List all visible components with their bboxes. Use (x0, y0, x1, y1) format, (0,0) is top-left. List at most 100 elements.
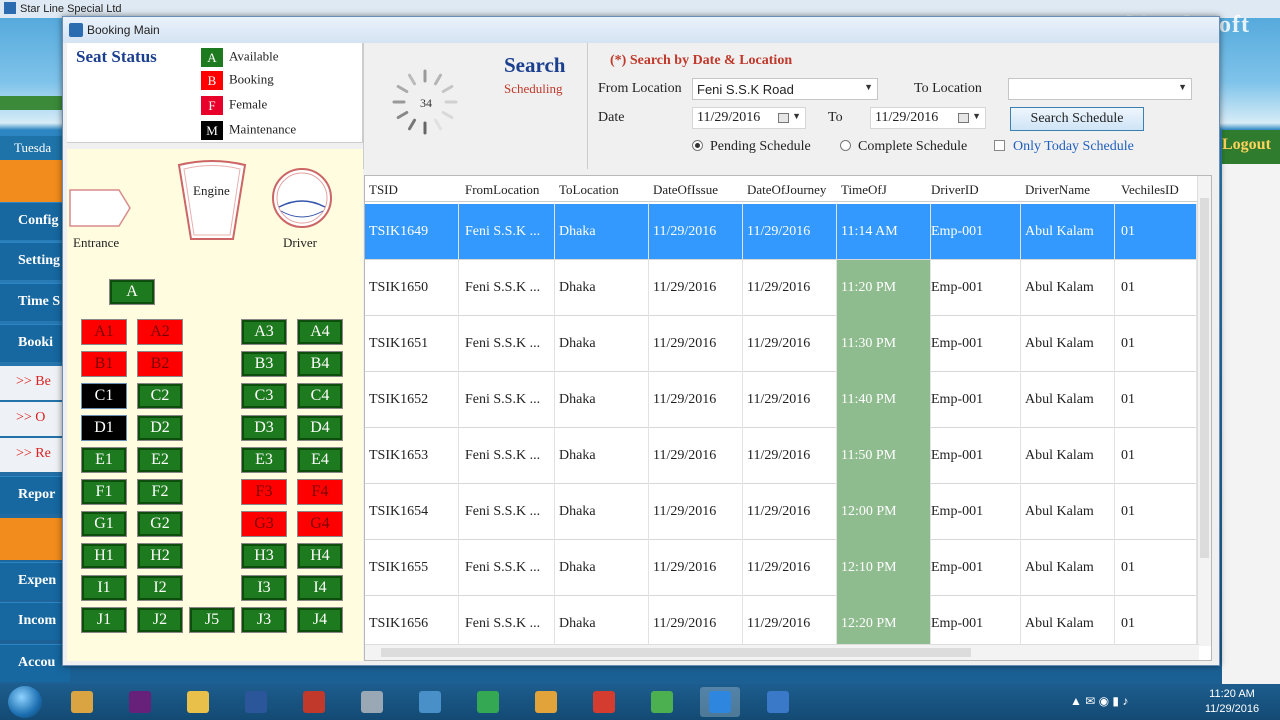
seat-f1[interactable]: F1 (81, 479, 127, 505)
seat-i4[interactable]: I4 (297, 575, 343, 601)
menu-expense[interactable]: Expen (0, 562, 70, 600)
column-header[interactable]: FromLocation (465, 182, 555, 198)
table-cell[interactable]: Feni S.S.K ... (461, 260, 555, 316)
column-header[interactable]: DriverName (1025, 182, 1115, 198)
seat-j3[interactable]: J3 (241, 607, 287, 633)
seat-e1[interactable]: E1 (81, 447, 127, 473)
date-to-picker[interactable]: 11/29/2016 ▼ (870, 107, 986, 129)
scroll-thumb[interactable] (1200, 198, 1209, 558)
table-cell[interactable]: 01 (1117, 316, 1197, 372)
seat-e2[interactable]: E2 (137, 447, 183, 473)
menu-config[interactable]: Config (0, 202, 70, 240)
dialog-title-bar[interactable]: Booking Main (63, 17, 1219, 43)
table-cell[interactable]: Feni S.S.K ... (461, 540, 555, 596)
pending-schedule-radio[interactable]: Pending Schedule (692, 139, 811, 155)
seat-i3[interactable]: I3 (241, 575, 287, 601)
taskbar-app-bus-app[interactable] (700, 687, 740, 717)
submenu-1[interactable]: >> Be (0, 366, 70, 400)
seat-b3[interactable]: B3 (241, 351, 287, 377)
table-cell[interactable]: Dhaka (555, 316, 649, 372)
taskbar-app-calculator[interactable] (352, 687, 392, 717)
table-cell[interactable]: TSIK1650 (365, 260, 459, 316)
seat-e4[interactable]: E4 (297, 447, 343, 473)
taskbar-app-sql-tool[interactable] (410, 687, 450, 717)
taskbar-app-cubes[interactable] (642, 687, 682, 717)
seat-i1[interactable]: I1 (81, 575, 127, 601)
table-cell[interactable]: TSIK1654 (365, 484, 459, 540)
seat-d4[interactable]: D4 (297, 415, 343, 441)
table-cell[interactable]: Dhaka (555, 260, 649, 316)
seat-h4[interactable]: H4 (297, 543, 343, 569)
table-cell[interactable]: Dhaka (555, 540, 649, 596)
table-cell[interactable]: 11/29/2016 (743, 372, 837, 428)
table-cell[interactable]: TSIK1651 (365, 316, 459, 372)
table-cell[interactable]: 11/29/2016 (649, 316, 743, 372)
table-cell[interactable]: Emp-001 (927, 540, 1021, 596)
table-cell[interactable]: Emp-001 (927, 204, 1021, 260)
seat-f4[interactable]: F4 (297, 479, 343, 505)
table-cell[interactable]: 01 (1117, 484, 1197, 540)
seat-j2[interactable]: J2 (137, 607, 183, 633)
seat-a4[interactable]: A4 (297, 319, 343, 345)
table-cell[interactable]: 01 (1117, 428, 1197, 484)
table-cell[interactable]: Abul Kalam (1021, 372, 1115, 428)
table-cell[interactable]: 11/29/2016 (743, 540, 837, 596)
menu-setting[interactable]: Setting (0, 242, 70, 280)
table-cell[interactable]: Emp-001 (927, 428, 1021, 484)
taskbar-app-paint-tool[interactable] (584, 687, 624, 717)
seat-h3[interactable]: H3 (241, 543, 287, 569)
table-row[interactable]: TSIK1650 Feni S.S.K ... Dhaka 11/29/2016 11/… (365, 260, 1199, 316)
table-cell[interactable]: 11:50 PM (837, 428, 931, 484)
table-cell[interactable]: Feni S.S.K ... (461, 428, 555, 484)
table-cell[interactable]: 11:20 PM (837, 260, 931, 316)
table-cell[interactable]: 11:30 PM (837, 316, 931, 372)
table-cell[interactable]: 01 (1117, 372, 1197, 428)
table-row[interactable]: TSIK1653 Feni S.S.K ... Dhaka 11/29/2016 11/… (365, 428, 1199, 484)
seat-d2[interactable]: D2 (137, 415, 183, 441)
column-header[interactable]: DriverID (931, 182, 1021, 198)
seat-e3[interactable]: E3 (241, 447, 287, 473)
complete-schedule-radio[interactable]: Complete Schedule (840, 139, 967, 155)
table-cell[interactable]: 11/29/2016 (649, 540, 743, 596)
table-cell[interactable]: 11/29/2016 (649, 484, 743, 540)
column-header[interactable]: TimeOfJ (841, 182, 931, 198)
start-button[interactable] (8, 686, 42, 718)
column-header[interactable]: DateOfIssue (653, 182, 743, 198)
horizontal-scrollbar[interactable] (365, 644, 1199, 660)
seat-c1[interactable]: C1 (81, 383, 127, 409)
table-cell[interactable]: 11/29/2016 (743, 260, 837, 316)
taskbar-app-file-explorer[interactable] (178, 687, 218, 717)
table-cell[interactable]: 11/29/2016 (649, 204, 743, 260)
seat-c4[interactable]: C4 (297, 383, 343, 409)
column-header[interactable]: DateOfJourney (747, 182, 837, 198)
seat-g3[interactable]: G3 (241, 511, 287, 537)
only-today-checkbox[interactable]: Only Today Schedule (994, 139, 1134, 155)
scroll-thumb[interactable] (381, 648, 971, 657)
menu-account[interactable]: Accou (0, 644, 70, 682)
seat-a2[interactable]: A2 (137, 319, 183, 345)
table-cell[interactable]: Emp-001 (927, 372, 1021, 428)
table-row[interactable]: TSIK1654 Feni S.S.K ... Dhaka 11/29/2016 11/… (365, 484, 1199, 540)
taskbar-app-chrome[interactable] (468, 687, 508, 717)
table-cell[interactable]: 11:14 AM (837, 204, 931, 260)
table-cell[interactable]: Dhaka (555, 204, 649, 260)
seat-g1[interactable]: G1 (81, 511, 127, 537)
submenu-2[interactable]: >> O (0, 402, 70, 436)
seat-g2[interactable]: G2 (137, 511, 183, 537)
table-cell[interactable]: Abul Kalam (1021, 540, 1115, 596)
seat-j4[interactable]: J4 (297, 607, 343, 633)
seat-c3[interactable]: C3 (241, 383, 287, 409)
taskbar-app-visual-studio[interactable] (120, 687, 160, 717)
table-row[interactable]: TSIK1651 Feni S.S.K ... Dhaka 11/29/2016 11/… (365, 316, 1199, 372)
table-cell[interactable]: 01 (1117, 540, 1197, 596)
table-cell[interactable]: 11/29/2016 (743, 316, 837, 372)
table-cell[interactable]: Abul Kalam (1021, 316, 1115, 372)
taskbar-app-home-app[interactable] (758, 687, 798, 717)
taskbar-app-word[interactable] (236, 687, 276, 717)
seat-j5[interactable]: J5 (189, 607, 235, 633)
table-cell[interactable]: 01 (1117, 260, 1197, 316)
from-location-select[interactable]: Feni S.S.K Road ▼ (692, 78, 878, 100)
seat-g4[interactable]: G4 (297, 511, 343, 537)
table-cell[interactable]: Dhaka (555, 428, 649, 484)
seat-d3[interactable]: D3 (241, 415, 287, 441)
